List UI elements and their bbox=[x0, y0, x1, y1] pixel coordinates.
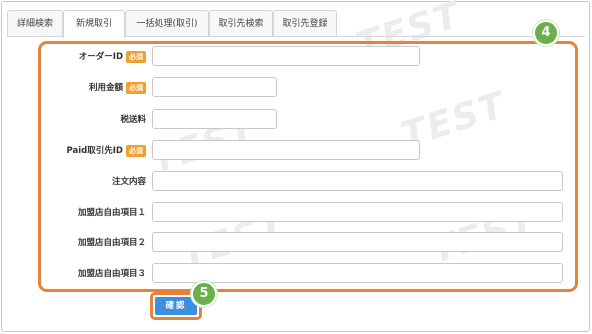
tax-shipping-label-text: 税送料 bbox=[120, 115, 146, 125]
merchant-free-item-1-label: 加盟店自由項目１ bbox=[78, 205, 146, 221]
merchant-free-item-1-label-text: 加盟店自由項目１ bbox=[77, 208, 146, 218]
tab-detail-search[interactable]: 詳細検索 bbox=[7, 10, 63, 37]
tax-shipping-label: 税送料 bbox=[120, 112, 146, 128]
tab-new-transaction[interactable]: 新規取引 bbox=[63, 10, 125, 38]
tab-bulk-processing[interactable]: 一括処理(取引) bbox=[125, 10, 209, 37]
step-5-badge: 5 bbox=[191, 281, 217, 307]
confirm-button[interactable]: 確認 bbox=[155, 297, 197, 315]
step-4-badge: 4 bbox=[533, 20, 559, 46]
tab-customer-register[interactable]: 取引先登録 bbox=[273, 10, 337, 37]
required-badge: 必須 bbox=[126, 50, 146, 63]
merchant-free-item-2-input[interactable] bbox=[152, 232, 563, 252]
order-content-input[interactable] bbox=[152, 171, 563, 191]
order-id-input[interactable] bbox=[152, 46, 420, 66]
merchant-free-item-2-label: 加盟店自由項目２ bbox=[78, 235, 146, 251]
order-content-label-text: 注文内容 bbox=[111, 177, 146, 187]
order-id-label: オーダーID 必須 bbox=[79, 49, 146, 65]
order-id-label-text: オーダーID bbox=[78, 52, 123, 62]
paid-customer-id-label-text: Paid取引先ID bbox=[66, 146, 123, 156]
required-badge: 必須 bbox=[126, 81, 146, 94]
order-content-label: 注文内容 bbox=[112, 174, 146, 190]
merchant-free-item-1-input[interactable] bbox=[152, 202, 563, 222]
amount-input[interactable] bbox=[152, 77, 277, 97]
tab-customer-search[interactable]: 取引先検索 bbox=[209, 10, 273, 37]
required-badge: 必須 bbox=[126, 144, 146, 157]
form-highlight-outline bbox=[38, 41, 578, 292]
paid-customer-id-input[interactable] bbox=[152, 140, 420, 160]
amount-label: 利用金額 必須 bbox=[89, 80, 146, 96]
merchant-free-item-2-label-text: 加盟店自由項目２ bbox=[77, 238, 146, 248]
amount-label-text: 利用金額 bbox=[88, 83, 123, 93]
tax-shipping-input[interactable] bbox=[152, 109, 277, 129]
merchant-free-item-3-label: 加盟店自由項目３ bbox=[78, 266, 146, 282]
merchant-free-item-3-input[interactable] bbox=[152, 263, 563, 283]
merchant-free-item-3-label-text: 加盟店自由項目３ bbox=[77, 269, 146, 279]
paid-customer-id-label: Paid取引先ID 必須 bbox=[67, 143, 146, 159]
